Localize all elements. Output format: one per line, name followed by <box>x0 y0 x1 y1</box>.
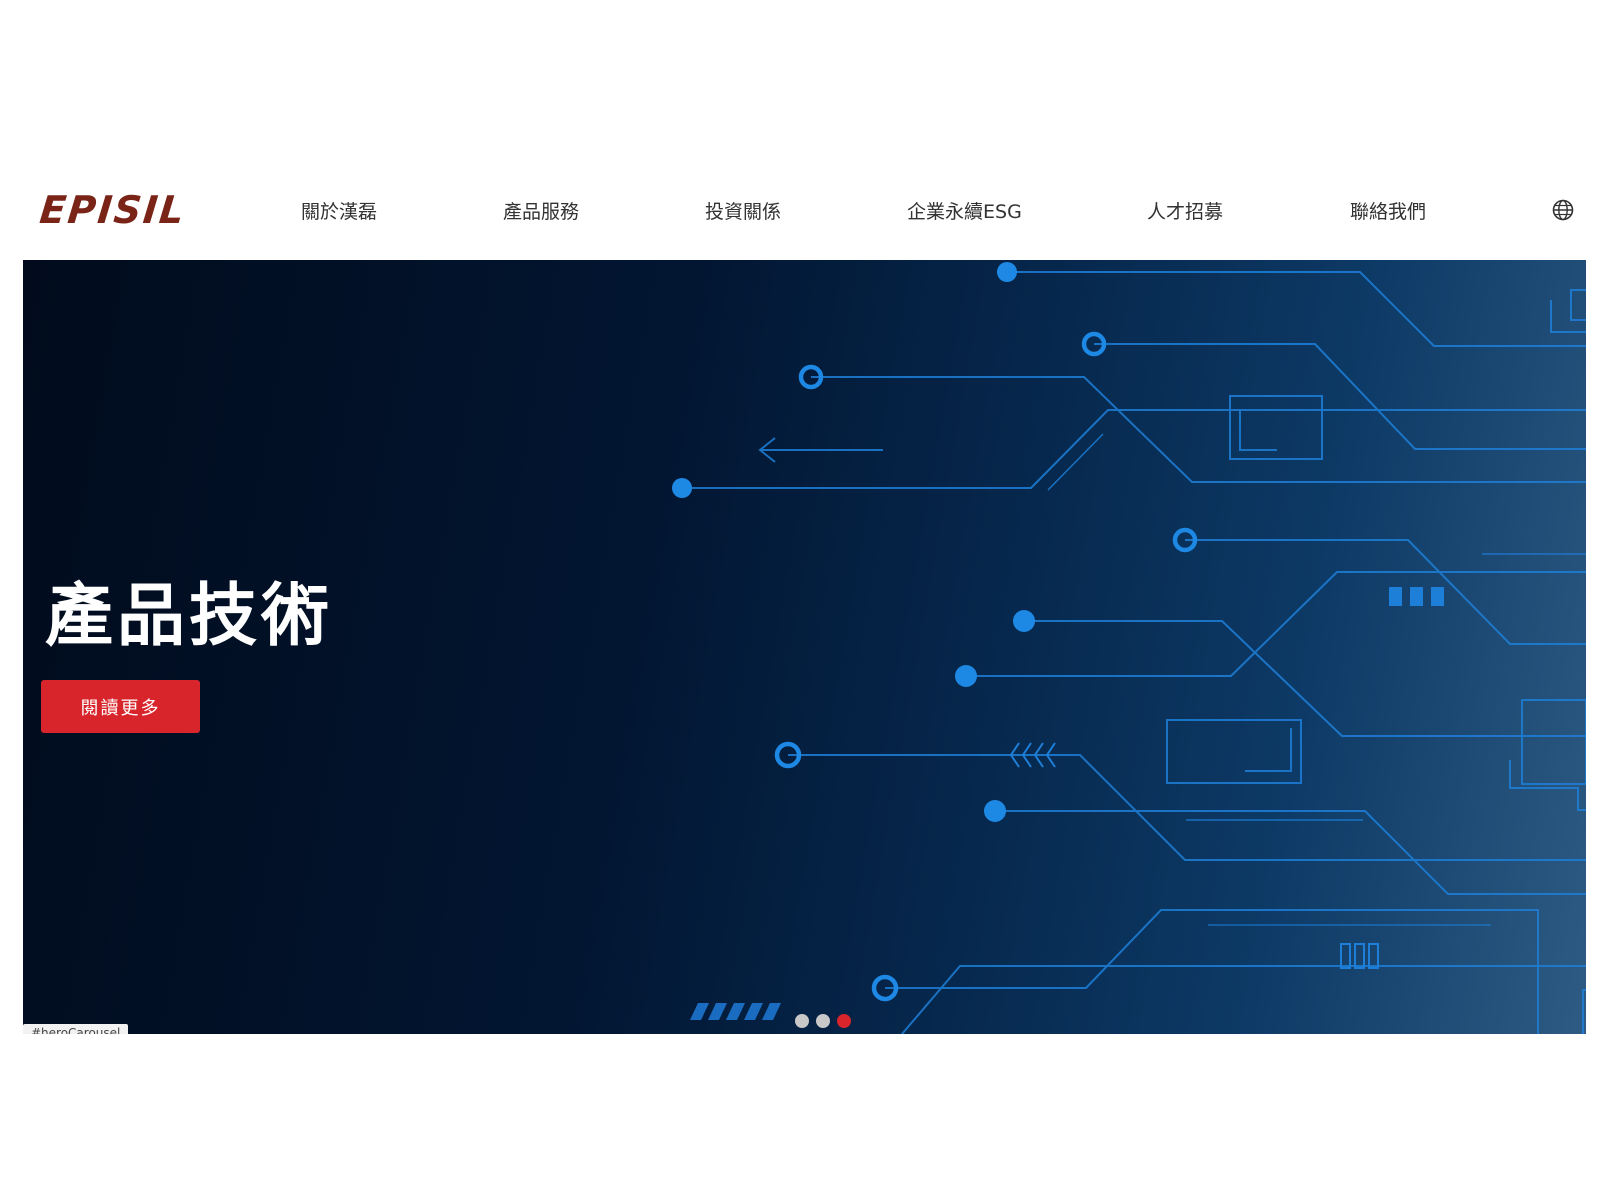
hero-carousel: 產品技術 閱讀更多 #heroCarousel <box>23 260 1586 1034</box>
nav-item-esg[interactable]: 企業永續ESG <box>907 180 1022 240</box>
carousel-dot-2[interactable] <box>816 1014 830 1028</box>
nav-item-careers[interactable]: 人才招募 <box>1147 180 1223 240</box>
page: EPISIL 關於漢磊 產品服務 投資關係 企業永續ESG 人才招募 聯絡我們 <box>0 0 1600 1200</box>
main-nav: 關於漢磊 產品服務 投資關係 企業永續ESG 人才招募 聯絡我們 <box>0 180 1600 240</box>
nav-item-contact[interactable]: 聯絡我們 <box>1350 180 1426 240</box>
carousel-dot-1[interactable] <box>795 1014 809 1028</box>
site-header: EPISIL 關於漢磊 產品服務 投資關係 企業永續ESG 人才招募 聯絡我們 <box>0 180 1600 260</box>
nav-item-products[interactable]: 產品服務 <box>503 180 579 240</box>
hero-title: 產品技術 <box>45 577 334 656</box>
globe-icon[interactable] <box>1552 199 1574 221</box>
carousel-dot-3[interactable] <box>837 1014 851 1028</box>
read-more-button[interactable]: 閱讀更多 <box>41 680 200 733</box>
carousel-indicators <box>795 1014 851 1028</box>
nav-item-investors[interactable]: 投資關係 <box>705 180 781 240</box>
nav-item-about[interactable]: 關於漢磊 <box>301 180 377 240</box>
carousel-id-tag: #heroCarousel <box>23 1024 129 1034</box>
